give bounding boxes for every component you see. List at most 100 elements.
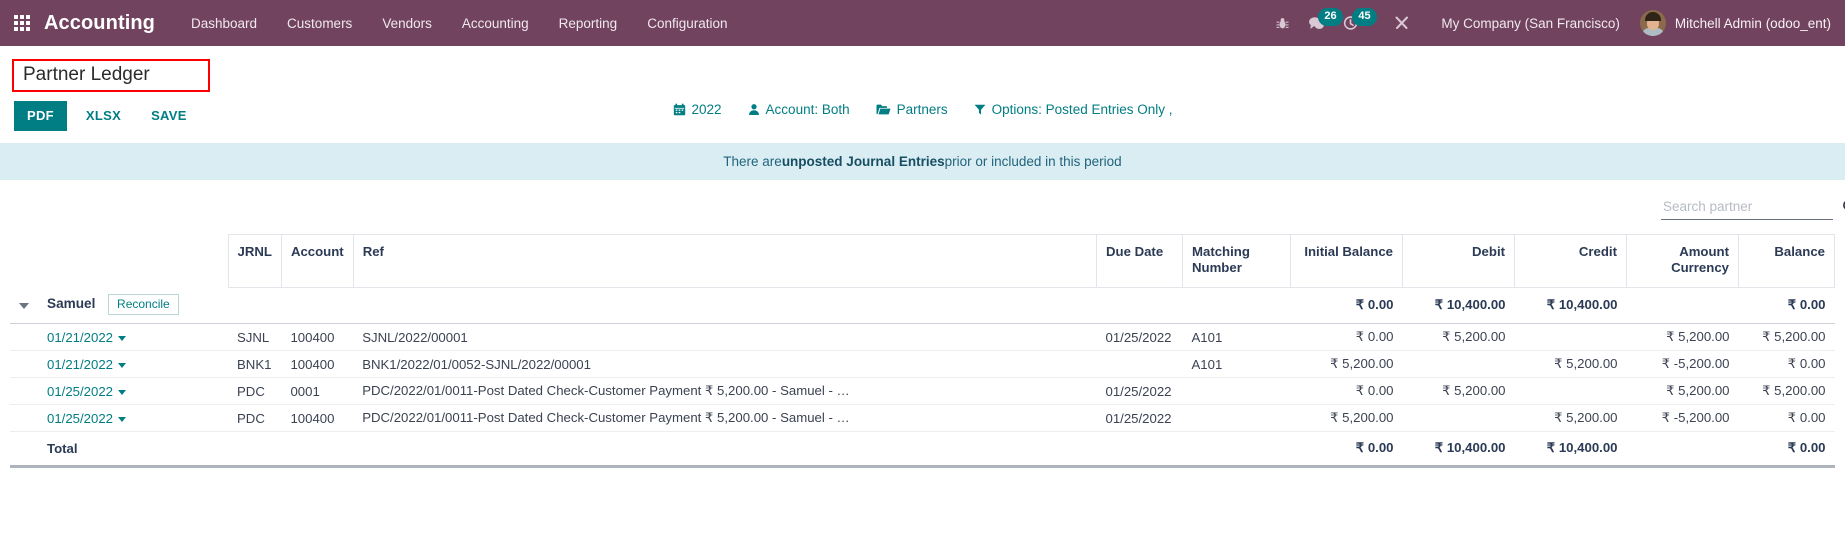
row-amount-currency: ₹ -5,200.00 xyxy=(1626,350,1739,379)
table-row[interactable]: 01/21/2022 SJNL 100400 SJNL/2022/00001 0… xyxy=(10,323,1835,352)
folder-icon xyxy=(876,103,891,116)
row-date-cell[interactable]: 01/21/2022 xyxy=(38,323,228,352)
activity-clock-icon[interactable]: 45 xyxy=(1333,6,1377,40)
partner-amount-currency xyxy=(1626,287,1739,325)
search-row xyxy=(0,180,1845,220)
menu-item-reporting[interactable]: Reporting xyxy=(559,16,618,31)
navbar-systray: 26 45 My Company (San Francisco) Mitchel… xyxy=(1265,6,1831,40)
row-spacer xyxy=(10,404,38,433)
xlsx-button[interactable]: XLSX xyxy=(75,101,132,131)
row-account: 100400 xyxy=(281,323,354,352)
table-head: JRNL Account Ref Due Date Matching Numbe… xyxy=(10,233,1835,288)
chevron-down-icon[interactable] xyxy=(19,303,29,310)
filter-partners-label: Partners xyxy=(896,101,948,117)
user-menu[interactable]: Mitchell Admin (odoo_ent) xyxy=(1639,10,1831,36)
unposted-entries-alert: There are unposted Journal Entries prior… xyxy=(0,142,1845,180)
chevron-down-icon[interactable] xyxy=(118,335,127,341)
table-row[interactable]: 01/21/2022 BNK1 100400 BNK1/2022/01/0052… xyxy=(10,350,1835,379)
total-account xyxy=(281,431,354,469)
th-ref[interactable]: Ref xyxy=(352,233,1098,288)
search-box[interactable] xyxy=(1661,197,1845,220)
app-brand-title[interactable]: Accounting xyxy=(44,12,155,35)
company-selector[interactable]: My Company (San Francisco) xyxy=(1441,16,1620,31)
row-date-link[interactable]: 01/21/2022 xyxy=(47,357,113,372)
row-due-date xyxy=(1096,350,1183,379)
row-matching-number: A101 xyxy=(1182,350,1291,379)
filter-partners[interactable]: Partners xyxy=(876,102,948,117)
row-jrnl: PDC xyxy=(228,404,282,433)
alert-bold-text: unposted Journal Entries xyxy=(781,153,945,169)
user-name-label: Mitchell Admin (odoo_ent) xyxy=(1674,15,1831,31)
row-account: 100400 xyxy=(281,350,354,379)
th-amount-currency[interactable]: Amount Currency xyxy=(1626,233,1739,288)
row-credit xyxy=(1514,377,1627,406)
reconcile-button[interactable]: Reconcile xyxy=(108,294,179,316)
total-jrnl xyxy=(228,431,282,469)
row-balance: ₹ 0.00 xyxy=(1738,350,1835,379)
th-account[interactable]: Account xyxy=(280,233,354,288)
row-date-link[interactable]: 01/21/2022 xyxy=(47,330,113,345)
row-due-date: 01/25/2022 xyxy=(1096,404,1183,433)
pdf-button[interactable]: PDF xyxy=(14,100,67,131)
search-input[interactable] xyxy=(1661,197,1842,215)
th-initial-balance[interactable]: Initial Balance xyxy=(1290,233,1403,288)
table-row[interactable]: 01/25/2022 PDC 0001 PDC/2022/01/0011-Pos… xyxy=(10,377,1835,406)
th-due-date[interactable]: Due Date xyxy=(1096,233,1183,288)
row-debit xyxy=(1402,404,1515,433)
th-credit[interactable]: Credit xyxy=(1514,233,1627,288)
th-balance[interactable]: Balance xyxy=(1738,233,1835,288)
bug-icon[interactable] xyxy=(1265,6,1299,40)
row-initial-balance: ₹ 5,200.00 xyxy=(1290,350,1403,379)
partner-jrnl xyxy=(228,287,282,325)
partner-due-date xyxy=(1096,287,1183,325)
th-matching-number[interactable]: Matching Number xyxy=(1182,233,1291,288)
chat-icon[interactable]: 26 xyxy=(1299,6,1343,40)
report-toolbar: PDF XLSX SAVE 2022 Account: Both Partner… xyxy=(0,92,1845,132)
partner-name: Samuel xyxy=(47,296,96,312)
apps-grid-icon[interactable] xyxy=(14,15,30,31)
person-icon xyxy=(748,103,760,116)
filter-account[interactable]: Account: Both xyxy=(748,102,850,117)
row-amount-currency: ₹ 5,200.00 xyxy=(1626,323,1739,352)
row-jrnl: BNK1 xyxy=(228,350,282,379)
row-date-cell[interactable]: 01/25/2022 xyxy=(38,377,228,406)
funnel-icon xyxy=(974,103,986,116)
row-amount-currency: ₹ 5,200.00 xyxy=(1626,377,1739,406)
total-due-date xyxy=(1096,431,1183,469)
menu-item-vendors[interactable]: Vendors xyxy=(382,16,432,31)
row-date-cell[interactable]: 01/21/2022 xyxy=(38,350,228,379)
alert-suffix: prior or included in this period xyxy=(944,153,1122,169)
chevron-down-icon[interactable] xyxy=(118,416,127,422)
row-ref: PDC/2022/01/0011-Post Dated Check-Custom… xyxy=(353,404,1097,433)
partner-row[interactable]: Samuel Reconcile ₹ 0.00 ₹ 10,400.00 ₹ 10… xyxy=(10,287,1835,325)
tools-icon[interactable] xyxy=(1385,6,1419,40)
save-button[interactable]: SAVE xyxy=(140,101,198,131)
row-date-cell[interactable]: 01/25/2022 xyxy=(38,404,228,433)
row-debit: ₹ 5,200.00 xyxy=(1402,377,1515,406)
row-ref: BNK1/2022/01/0052-SJNL/2022/00001 xyxy=(353,350,1097,379)
th-jrnl[interactable]: JRNL xyxy=(227,233,282,288)
row-spacer xyxy=(10,377,38,406)
th-debit[interactable]: Debit xyxy=(1402,233,1515,288)
row-due-date: 01/25/2022 xyxy=(1096,323,1183,352)
chevron-down-icon[interactable] xyxy=(118,389,127,395)
partner-balance: ₹ 0.00 xyxy=(1738,287,1835,325)
chevron-down-icon[interactable] xyxy=(118,362,127,368)
row-date-link[interactable]: 01/25/2022 xyxy=(47,411,113,426)
row-initial-balance: ₹ 5,200.00 xyxy=(1290,404,1403,433)
filter-date-period[interactable]: 2022 xyxy=(673,102,722,117)
row-jrnl: SJNL xyxy=(228,323,282,352)
menu-item-customers[interactable]: Customers xyxy=(287,16,352,31)
th-partner xyxy=(38,234,228,287)
filter-options[interactable]: Options: Posted Entries Only , xyxy=(974,102,1172,117)
partner-name-cell: Samuel Reconcile xyxy=(38,287,228,325)
table-row[interactable]: 01/25/2022 PDC 100400 PDC/2022/01/0011-P… xyxy=(10,404,1835,433)
row-date-link[interactable]: 01/25/2022 xyxy=(47,384,113,399)
expand-toggle[interactable] xyxy=(10,287,38,325)
menu-item-configuration[interactable]: Configuration xyxy=(647,16,727,31)
table-header-row: JRNL Account Ref Due Date Matching Numbe… xyxy=(10,233,1835,288)
row-matching-number: A101 xyxy=(1182,323,1291,352)
menu-item-accounting[interactable]: Accounting xyxy=(462,16,529,31)
menu-item-dashboard[interactable]: Dashboard xyxy=(191,16,257,31)
row-credit xyxy=(1514,323,1627,352)
